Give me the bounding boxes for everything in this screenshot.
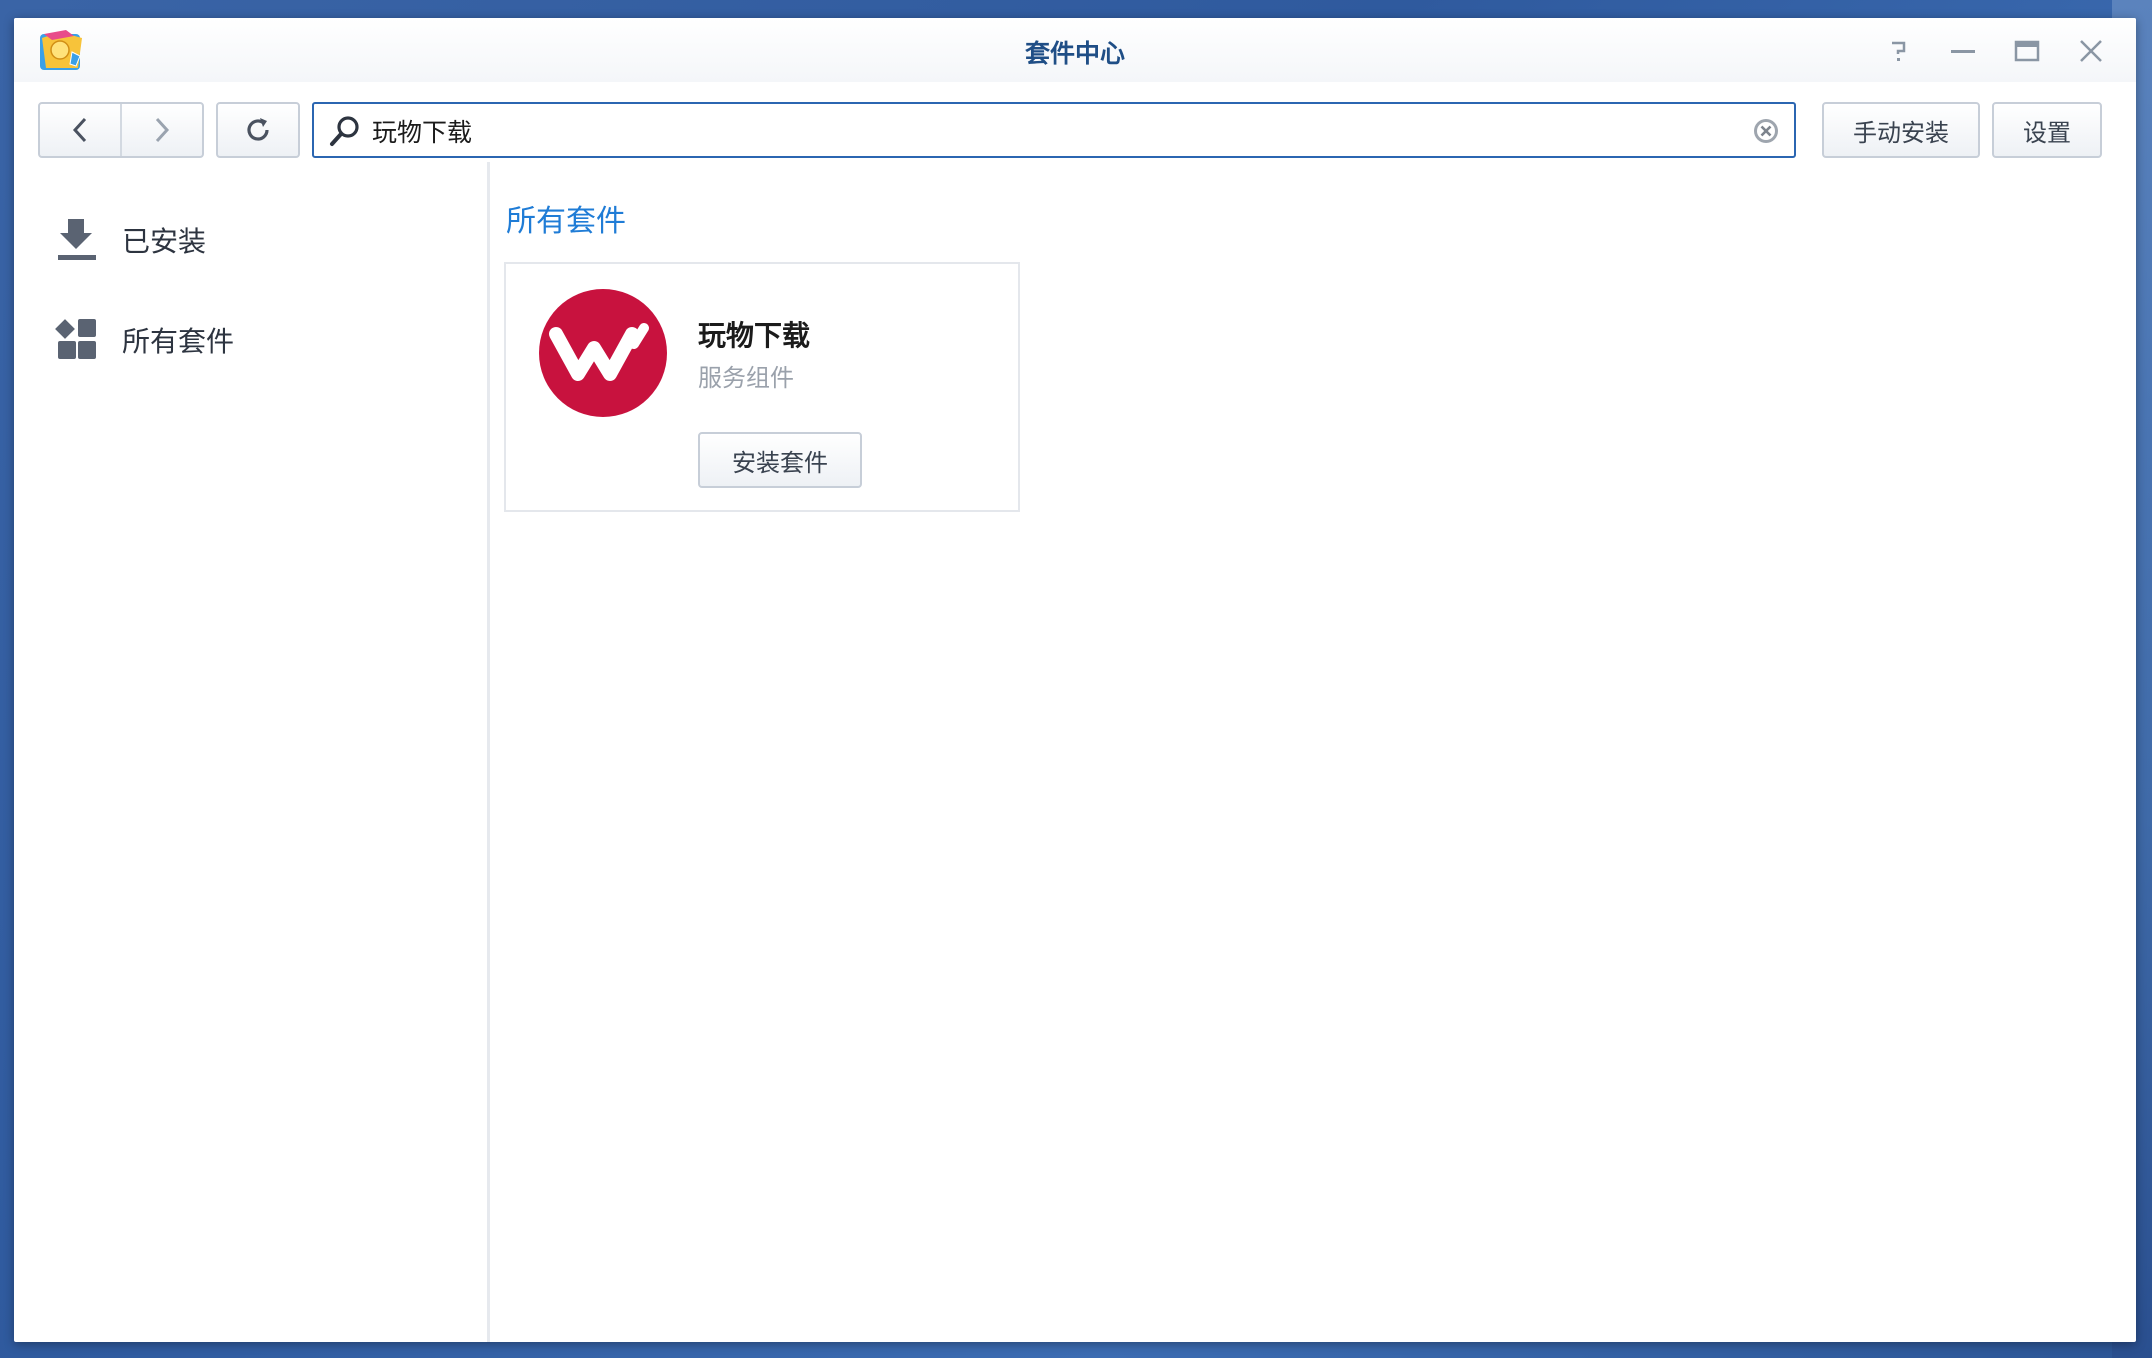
chevron-right-icon: [155, 117, 170, 143]
toolbar: 手动安装 设置: [14, 82, 2136, 162]
history-nav: [38, 102, 204, 158]
install-package-button[interactable]: 安装套件: [698, 432, 862, 488]
chevron-left-icon: [72, 117, 87, 143]
maximize-icon[interactable]: [2010, 34, 2044, 68]
main-content: 所有套件 玩物下载 服务组件 安装套件: [490, 162, 2136, 1342]
search-icon: [330, 116, 359, 146]
refresh-button[interactable]: [216, 102, 300, 158]
package-category: 服务组件: [698, 364, 794, 392]
forward-button[interactable]: [120, 104, 202, 156]
search-field[interactable]: [312, 102, 1796, 158]
download-tray-icon: [54, 217, 100, 263]
title-bar[interactable]: 套件中心: [14, 18, 2136, 82]
help-icon[interactable]: [1882, 34, 1916, 68]
minimize-icon[interactable]: [1946, 34, 1980, 68]
sidebar-item-label: 所有套件: [122, 325, 235, 358]
settings-button[interactable]: 设置: [1992, 102, 2102, 158]
sidebar-item-label: 已安装: [122, 225, 207, 258]
search-input[interactable]: [370, 110, 1714, 152]
back-button[interactable]: [40, 104, 120, 156]
manual-install-button[interactable]: 手动安装: [1822, 102, 1980, 158]
close-icon[interactable]: [2074, 34, 2108, 68]
sidebar: 已安装 所有套件: [14, 162, 490, 1342]
window-title: 套件中心: [1024, 39, 1125, 68]
refresh-icon: [247, 118, 269, 141]
section-title: 所有套件: [506, 204, 626, 239]
grid-icon: [54, 317, 100, 363]
sidebar-item-installed[interactable]: 已安装: [54, 210, 454, 270]
package-center-window: 套件中心 玩物下载 手动安装 设置 已安装 所有套件 所有套件 玩物下载 服务组…: [14, 18, 2136, 1342]
package-name: 玩物下载: [698, 319, 811, 352]
package-card[interactable]: 玩物下载 服务组件 安装套件: [504, 262, 1020, 512]
clear-search-icon[interactable]: [1752, 117, 1780, 145]
wanwu-download-logo: [538, 288, 668, 418]
sidebar-item-all-packages[interactable]: 所有套件: [54, 310, 454, 370]
